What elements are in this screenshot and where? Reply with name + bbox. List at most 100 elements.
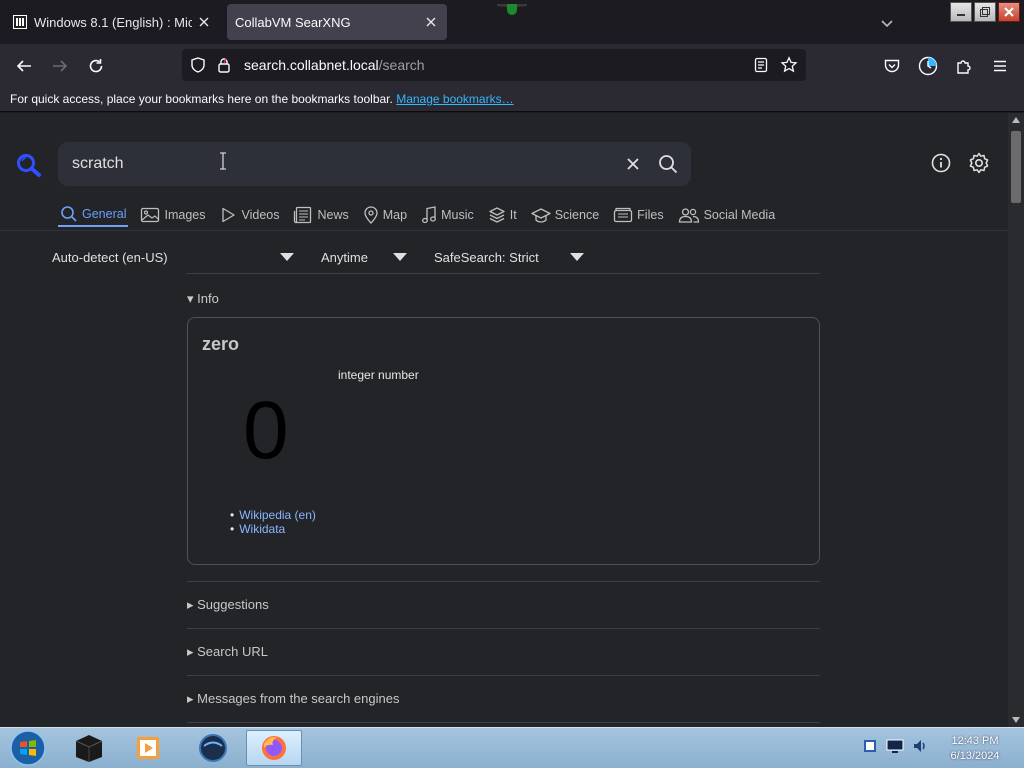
- close-icon: [627, 158, 639, 170]
- search-url-toggle[interactable]: ▸ Search URL: [187, 644, 268, 660]
- tab-label: CollabVM SearXNG: [235, 14, 351, 30]
- volume-icon[interactable]: [912, 738, 928, 754]
- page-scrollbar[interactable]: [1008, 113, 1024, 727]
- search-box: scratch: [58, 142, 691, 186]
- tab-social-media[interactable]: Social Media: [676, 203, 778, 227]
- infobox-image: 0: [243, 385, 289, 476]
- tab-videos[interactable]: Videos: [217, 203, 281, 227]
- search-submit-button[interactable]: [657, 153, 679, 175]
- list-all-tabs-button[interactable]: [876, 12, 898, 34]
- infobox: zero integer number 0 Wikipedia (en) Wik…: [187, 317, 820, 565]
- tab-music[interactable]: Music: [419, 203, 476, 227]
- tab-news[interactable]: News: [291, 203, 350, 227]
- divider: [187, 581, 820, 582]
- tab-general[interactable]: General: [58, 203, 129, 227]
- tab-map[interactable]: Map: [361, 203, 409, 227]
- files-icon: [614, 207, 633, 223]
- page-content: scratch General Images Videos News Map M…: [0, 113, 1008, 727]
- bookmark-star-icon[interactable]: [780, 56, 798, 74]
- tab-windows[interactable]: Windows 8.1 (English) : Microsoft: [4, 4, 220, 40]
- caret-down-icon[interactable]: [393, 253, 407, 261]
- divider: [0, 230, 1008, 231]
- scroll-thumb[interactable]: [1011, 131, 1021, 203]
- bookmarks-toolbar: For quick access, place your bookmarks h…: [0, 86, 1024, 112]
- wikipedia-link[interactable]: Wikipedia (en): [230, 508, 316, 522]
- tab-it[interactable]: It: [486, 203, 519, 227]
- tab-science[interactable]: Science: [529, 203, 601, 227]
- tab-files[interactable]: Files: [611, 203, 665, 227]
- forward-button[interactable]: [46, 52, 74, 80]
- tab-label: Windows 8.1 (English) : Microsoft: [34, 14, 192, 30]
- time-range-select[interactable]: Anytime: [321, 250, 368, 265]
- restore-button[interactable]: [974, 2, 996, 22]
- tab-close-button[interactable]: [192, 10, 216, 34]
- puzzle-icon: [957, 60, 971, 74]
- search-icon: [61, 206, 77, 222]
- language-select[interactable]: Auto-detect (en-US): [52, 250, 168, 265]
- pocket-button[interactable]: [878, 52, 906, 80]
- close-window-button[interactable]: [998, 2, 1020, 22]
- tab-label: It: [509, 208, 517, 222]
- tab-label: Science: [554, 208, 600, 222]
- back-button[interactable]: [10, 52, 38, 80]
- search-input[interactable]: scratch: [72, 155, 124, 173]
- safesearch-select[interactable]: SafeSearch: Strict: [434, 250, 539, 265]
- reader-view-icon[interactable]: [753, 57, 769, 73]
- account-button[interactable]: [914, 52, 942, 80]
- taskbar-app-firefox[interactable]: [246, 730, 302, 766]
- tab-label: Social Media: [703, 208, 776, 222]
- monitor-icon[interactable]: [886, 738, 904, 754]
- url-text[interactable]: search.collabnet.local/search: [244, 57, 425, 73]
- wikidata-link[interactable]: Wikidata: [230, 522, 316, 536]
- info-icon: [931, 153, 951, 173]
- navigation-toolbar: search.collabnet.local/search: [0, 44, 1024, 86]
- scroll-up-arrow-icon[interactable]: [1012, 117, 1020, 123]
- caret-down-icon[interactable]: [570, 253, 584, 261]
- chevron-down-icon: [881, 20, 893, 28]
- shield-icon[interactable]: [190, 57, 206, 73]
- preferences-button[interactable]: [967, 151, 991, 175]
- info-section-label: Info: [197, 291, 219, 306]
- tab-label: Map: [382, 208, 408, 222]
- scroll-down-arrow-icon[interactable]: [1012, 717, 1020, 723]
- building-icon: [13, 15, 27, 29]
- arrow-right-icon: [53, 60, 68, 72]
- system-tray: [862, 738, 928, 754]
- minimize-icon: [957, 14, 965, 16]
- vm-indicator-icon: [497, 4, 527, 15]
- about-button[interactable]: [930, 152, 952, 174]
- tab-searxng[interactable]: CollabVM SearXNG: [227, 4, 447, 40]
- tab-label: Music: [441, 208, 474, 222]
- address-bar[interactable]: search.collabnet.local/search: [182, 49, 806, 81]
- lock-icon[interactable]: [216, 57, 232, 73]
- url-path: /search: [378, 57, 425, 73]
- minimize-button[interactable]: [950, 2, 972, 22]
- people-icon: [678, 208, 699, 223]
- reload-button[interactable]: [82, 52, 110, 80]
- extensions-button[interactable]: [950, 52, 978, 80]
- tab-label: Files: [637, 208, 664, 222]
- suggestions-toggle[interactable]: ▸ Suggestions: [187, 597, 269, 613]
- section-label: Messages from the search engines: [197, 691, 400, 706]
- menu-button[interactable]: [986, 52, 1014, 80]
- searxng-logo-icon[interactable]: [16, 153, 42, 177]
- engine-messages-toggle[interactable]: ▸ Messages from the search engines: [187, 691, 399, 707]
- infobox-description: integer number: [338, 368, 419, 382]
- tab-images[interactable]: Images: [138, 203, 207, 227]
- network-flag-icon[interactable]: [862, 738, 878, 754]
- taskbar-app-media[interactable]: [120, 730, 176, 766]
- taskbar-app-globe[interactable]: [185, 730, 241, 766]
- caret-down-icon[interactable]: [280, 253, 294, 261]
- tab-close-button[interactable]: [419, 10, 443, 34]
- info-section-toggle[interactable]: ▾ Info: [187, 291, 219, 307]
- taskbar-clock[interactable]: 12:43 PM 6/13/2024: [940, 734, 1010, 764]
- clock-time: 12:43 PM: [951, 735, 999, 747]
- taskbar-app-terminal[interactable]: [61, 730, 117, 766]
- manage-bookmarks-link[interactable]: Manage bookmarks…: [396, 92, 513, 106]
- start-button[interactable]: [0, 730, 56, 766]
- restore-icon: [980, 7, 990, 17]
- gear-icon: [969, 152, 989, 174]
- terminal-box-icon: [75, 735, 103, 762]
- divider: [187, 675, 820, 676]
- clear-search-button[interactable]: [623, 154, 643, 174]
